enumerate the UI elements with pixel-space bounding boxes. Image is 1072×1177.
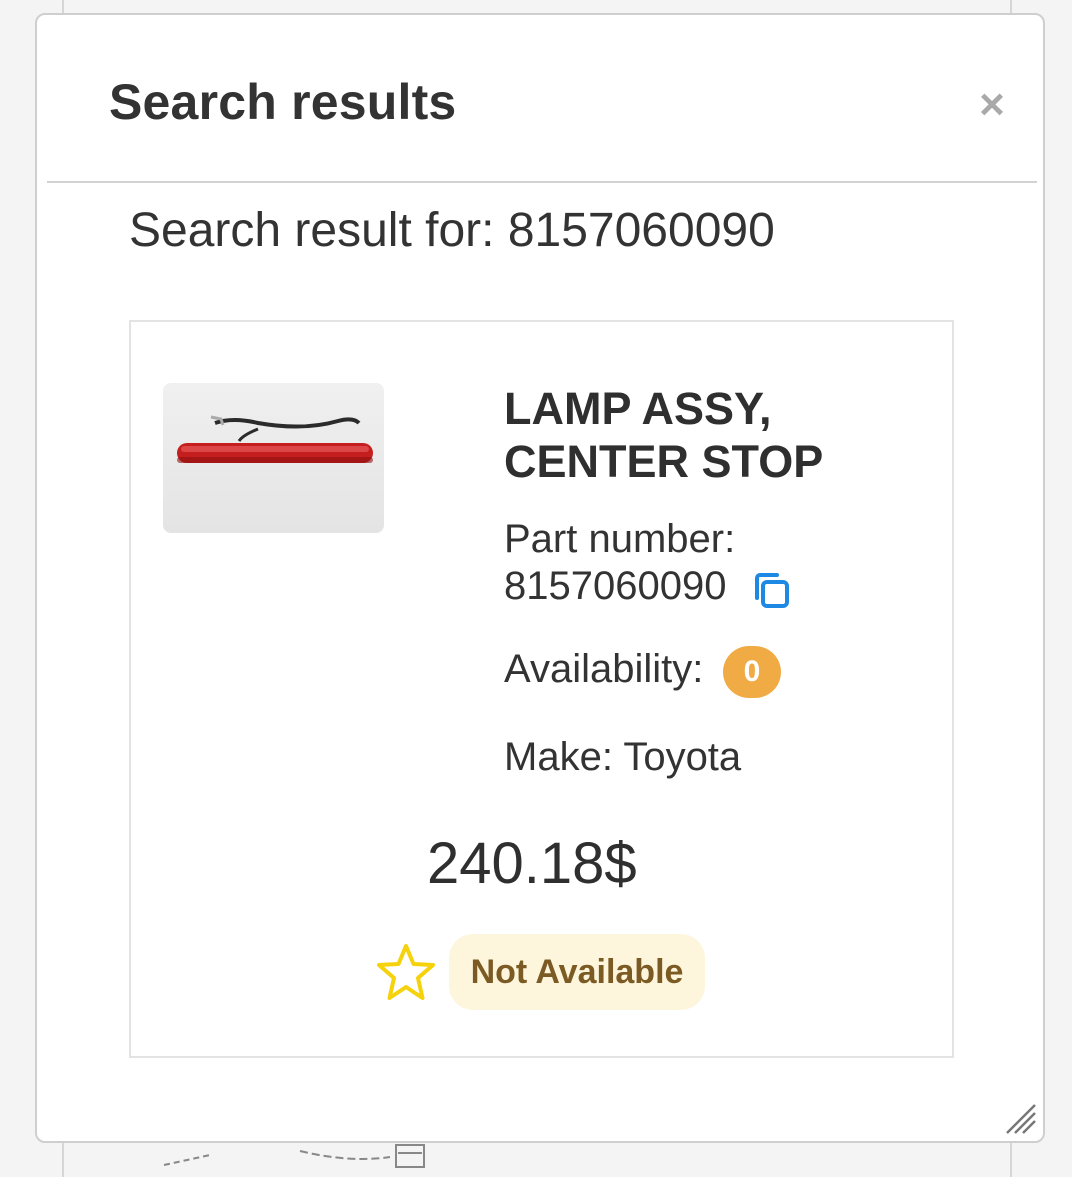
copy-icon[interactable] [751, 570, 791, 610]
availability-label: Availability: [504, 647, 704, 691]
availability-count-badge: 0 [723, 646, 781, 698]
modal-title: Search results [109, 74, 457, 130]
search-result-heading: Search result for: 8157060090 [129, 204, 775, 257]
part-number-value: 8157060090 [504, 564, 727, 608]
make-text: Make: Toyota [504, 735, 742, 779]
header-divider [47, 181, 1037, 183]
search-results-modal: Search results × Search result for: 8157… [35, 13, 1045, 1143]
product-thumbnail[interactable] [163, 383, 384, 533]
lamp-image-icon [177, 415, 373, 463]
star-icon[interactable] [375, 942, 437, 1002]
status-badge: Not Available [449, 934, 705, 1010]
product-card: LAMP ASSY, CENTER STOP Part number: 8157… [129, 320, 954, 1058]
resize-handle-icon[interactable] [1003, 1101, 1037, 1135]
close-button[interactable]: × [969, 83, 1015, 131]
price: 240.18$ [427, 831, 637, 896]
part-name: LAMP ASSY, CENTER STOP [504, 383, 824, 487]
part-number-label: Part number: [504, 517, 736, 561]
